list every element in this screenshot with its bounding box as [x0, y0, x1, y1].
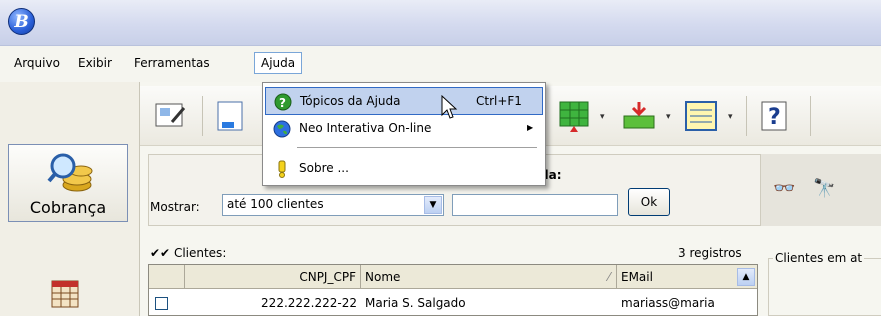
chevron-down-icon[interactable]: ▾ [666, 112, 674, 122]
document-icon[interactable] [210, 96, 252, 136]
ok-button[interactable]: Ok [628, 188, 670, 216]
scroll-up-icon[interactable]: ▲ [737, 268, 755, 286]
search-tools: 👓 🔭 [760, 154, 881, 226]
edit-card-icon[interactable] [150, 96, 192, 136]
menu-item-sobre[interactable]: Sobre ... [265, 155, 543, 183]
globe-icon [273, 120, 291, 138]
menu-separator [297, 147, 537, 148]
clientes-header-label: Clientes: [173, 246, 227, 260]
ajuda-dropdown: ? Tópicos da Ajuda Ctrl+F1 Neo Interativ… [262, 82, 546, 186]
list-report-icon[interactable] [680, 96, 722, 136]
sidebar-item-cobranca[interactable]: Cobrança [8, 144, 128, 222]
menu-item-shortcut: Ctrl+F1 [476, 94, 522, 108]
check-icon: ✔✔ [150, 246, 174, 260]
table-row[interactable]: 222.222.222-22 Maria S. Salgado mariass@… [149, 289, 757, 315]
coins-magnifier-icon [47, 153, 93, 192]
menu-item-label: Sobre ... [299, 161, 349, 175]
menu-ferramentas[interactable]: Ferramentas [134, 56, 210, 70]
toolbar-separator [810, 96, 811, 136]
chevron-down-icon[interactable]: ▾ [600, 112, 608, 122]
binoculars-icon[interactable]: 🔭 [813, 178, 835, 199]
mostrar-label: Mostrar: [150, 200, 200, 214]
menu-item-topicos-ajuda[interactable]: ? Tópicos da Ajuda Ctrl+F1 [265, 87, 543, 115]
help-icon: ? [274, 93, 292, 111]
cell-nome: Maria S. Salgado [365, 296, 466, 310]
toolbar-separator [746, 96, 747, 136]
left-navigation: Cobrança [0, 82, 140, 316]
menu-item-label: Neo Interativa On-line [299, 121, 432, 135]
chevron-down-icon[interactable]: ▼ [424, 196, 442, 214]
calendar-grid-icon[interactable] [48, 277, 84, 313]
sort-indicator-icon: ⁄ [607, 270, 610, 284]
glasses-icon[interactable]: 👓 [773, 178, 795, 199]
svg-text:?: ? [768, 105, 781, 130]
row-checkbox[interactable] [155, 297, 168, 310]
grid-transfer-icon[interactable] [554, 96, 596, 136]
submenu-arrow-icon: ▶ [527, 123, 534, 132]
menu-ajuda[interactable]: Ajuda [254, 52, 303, 74]
clientes-header: ✔✔ Clientes: [150, 246, 226, 260]
record-count: 3 registros [678, 246, 742, 260]
toolbar-separator [202, 96, 203, 136]
cell-email: mariass@maria [621, 296, 715, 310]
mostrar-select-value: até 100 clientes [227, 197, 324, 211]
menu-item-label: Tópicos da Ajuda [300, 94, 401, 108]
clientes-em-panel: Clientes em at [768, 251, 881, 316]
column-header-cnpj[interactable]: CNPJ_CPF [185, 265, 361, 289]
svg-text:?: ? [279, 96, 286, 110]
app-icon[interactable]: B [8, 8, 35, 35]
exclamation-icon [278, 160, 286, 178]
column-header-nome-label: Nome [365, 270, 401, 284]
mostrar-select[interactable]: até 100 clientes ▼ [222, 194, 444, 216]
clientes-em-title: Clientes em at [773, 251, 865, 265]
cell-cnpj: 222.222.222-22 [261, 296, 357, 310]
sidebar-item-label: Cobrança [29, 198, 107, 217]
menu-bar: Arquivo Exibir Ferramentas Ajuda [0, 46, 881, 82]
mouse-cursor-icon [441, 95, 458, 119]
grid-header: CNPJ_CPF Nome ⁄ EMail ▲ [149, 265, 757, 289]
menu-exibir[interactable]: Exibir [78, 56, 112, 70]
search-input[interactable] [452, 194, 618, 216]
chevron-down-icon[interactable]: ▾ [728, 112, 736, 122]
clientes-grid: CNPJ_CPF Nome ⁄ EMail ▲ 222.222.222-22 M… [148, 264, 758, 316]
column-header-nome[interactable]: Nome ⁄ [361, 265, 617, 289]
menu-arquivo[interactable]: Arquivo [14, 56, 60, 70]
select-column-header[interactable] [149, 265, 185, 289]
title-bar: B [0, 0, 881, 46]
help-document-icon[interactable]: ? [754, 96, 796, 136]
menu-item-neo-interativa[interactable]: Neo Interativa On-line ▶ [265, 115, 543, 143]
download-tray-icon[interactable] [618, 96, 660, 136]
